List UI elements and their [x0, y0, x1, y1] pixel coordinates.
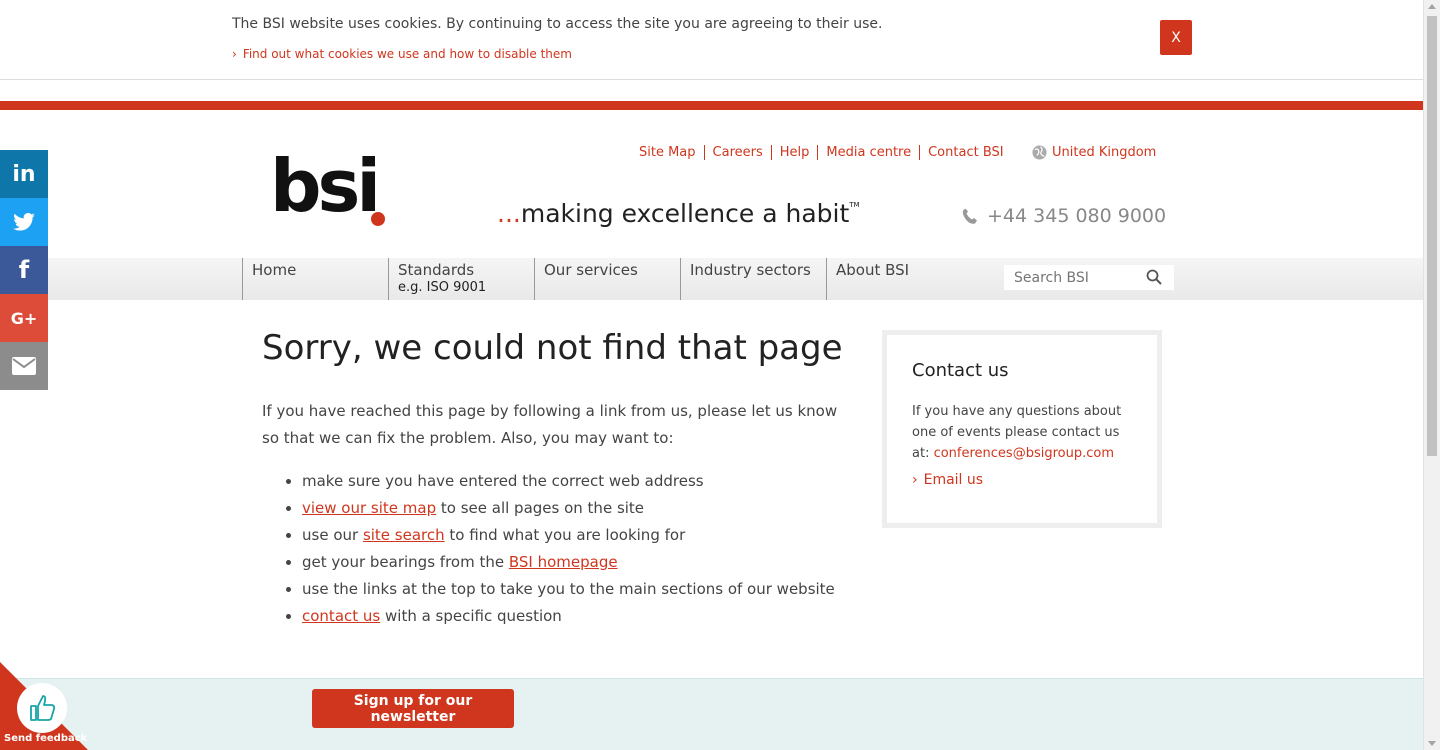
nav-about-bsi[interactable]: About BSI — [826, 258, 972, 300]
trademark-mark: TM — [849, 201, 860, 209]
tagline-dots: ... — [497, 199, 521, 228]
site-map-inline-link[interactable]: view our site map — [302, 499, 436, 517]
twitter-share-button[interactable] — [0, 198, 48, 246]
thumbs-up-icon — [30, 695, 56, 721]
nav-standards-sub: e.g. ISO 9001 — [398, 280, 487, 295]
careers-link[interactable]: Careers — [705, 145, 772, 160]
brand-stripe — [0, 101, 1423, 110]
nav-our-services[interactable]: Our services — [534, 258, 680, 300]
list-item: make sure you have entered the correct w… — [302, 468, 835, 495]
contact-us-inline-link[interactable]: contact us — [302, 607, 380, 625]
newsletter-signup-button[interactable]: Sign up for our newsletter — [312, 689, 514, 728]
list-item-text: get your bearings from the — [302, 553, 509, 571]
list-item-text: to see all pages on the site — [436, 499, 645, 517]
email-us-link[interactable]: › Email us — [912, 472, 1132, 488]
contact-card: Contact us If you have any questions abo… — [882, 330, 1162, 528]
cookie-close-button[interactable]: X — [1160, 20, 1192, 55]
scroll-down-arrow-icon[interactable] — [1428, 741, 1436, 746]
feedback-label: Send feedback — [4, 733, 88, 744]
list-item-text: use the links at the top to take you to … — [302, 580, 835, 598]
chevron-right-icon: › — [912, 472, 918, 488]
bsi-logo[interactable]: bsi — [270, 150, 381, 222]
site-map-link[interactable]: Site Map — [639, 145, 705, 160]
phone-icon — [962, 208, 977, 224]
email-us-label: Email us — [923, 472, 984, 488]
scroll-up-arrow-icon[interactable] — [1428, 4, 1436, 9]
media-centre-link[interactable]: Media centre — [818, 145, 921, 160]
nav-home-label: Home — [252, 261, 297, 279]
country-label: United Kingdom — [1052, 145, 1157, 160]
page-scrollbar[interactable] — [1423, 0, 1440, 750]
list-item: use the links at the top to take you to … — [302, 576, 835, 603]
list-item: contact us with a specific question — [302, 603, 835, 630]
country-selector[interactable]: United Kingdom — [1032, 145, 1156, 160]
utility-nav: Site Map Careers Help Media centre Conta… — [639, 145, 1012, 160]
footer-band — [0, 678, 1423, 750]
site-search — [1004, 265, 1174, 290]
list-item-text: make sure you have entered the correct w… — [302, 472, 704, 490]
list-item-text: use our — [302, 526, 363, 544]
intro-text: If you have reached this page by followi… — [262, 402, 838, 447]
facebook-icon: f — [18, 256, 30, 284]
nav-home[interactable]: Home — [242, 258, 388, 300]
contact-bsi-link[interactable]: Contact BSI — [920, 145, 1012, 160]
contact-email-link[interactable]: conferences@bsigroup.com — [934, 446, 1114, 461]
page-title: Sorry, we could not find that page — [262, 328, 843, 368]
email-share-button[interactable] — [0, 342, 48, 390]
list-item: use our site search to find what you are… — [302, 522, 835, 549]
nav-our-services-label: Our services — [544, 261, 638, 279]
list-item: get your bearings from the BSI homepage — [302, 549, 835, 576]
scrollbar-thumb[interactable] — [1427, 16, 1437, 456]
nav-industry-sectors-label: Industry sectors — [690, 261, 811, 279]
logo-dot — [371, 212, 385, 226]
googleplus-icon: G+ — [10, 308, 38, 328]
nav-industry-sectors[interactable]: Industry sectors — [680, 258, 826, 300]
search-icon[interactable] — [1146, 269, 1162, 285]
suggestion-list: make sure you have entered the correct w… — [302, 468, 835, 630]
site-search-inline-link[interactable]: site search — [363, 526, 445, 544]
tagline-text: making excellence a habit — [520, 199, 850, 228]
feedback-button[interactable] — [17, 683, 67, 733]
nav-standards[interactable]: Standards e.g. ISO 9001 — [388, 258, 534, 300]
linkedin-share-button[interactable]: in — [0, 150, 48, 198]
twitter-icon — [13, 213, 35, 231]
cookie-info-link-label: Find out what cookies we use and how to … — [242, 47, 572, 61]
cookie-banner: The BSI website uses cookies. By continu… — [0, 0, 1423, 80]
cookie-info-link[interactable]: › Find out what cookies we use and how to… — [232, 47, 572, 61]
bsi-homepage-inline-link[interactable]: BSI homepage — [509, 553, 618, 571]
chevron-right-icon: › — [232, 47, 237, 61]
contact-card-title: Contact us — [912, 360, 1009, 381]
facebook-share-button[interactable]: f — [0, 246, 48, 294]
googleplus-share-button[interactable]: G+ — [0, 294, 48, 342]
globe-icon — [1032, 145, 1047, 160]
list-item-text: to find what you are looking for — [444, 526, 686, 544]
linkedin-icon: in — [12, 161, 36, 187]
contact-card-text: If you have any questions about one of e… — [912, 401, 1132, 464]
phone-number: +44 345 080 9000 — [962, 205, 1166, 227]
help-link[interactable]: Help — [772, 145, 819, 160]
envelope-icon — [12, 357, 36, 375]
list-item-text: with a specific question — [380, 607, 562, 625]
nav-standards-label: Standards — [398, 261, 475, 279]
tagline: ...making excellence a habitTM — [497, 199, 860, 228]
search-input[interactable] — [1004, 265, 1144, 290]
list-item: view our site map to see all pages on th… — [302, 495, 835, 522]
phone-number-text: +44 345 080 9000 — [987, 205, 1167, 227]
cookie-message: The BSI website uses cookies. By continu… — [232, 16, 883, 32]
social-share-bar: in f G+ — [0, 150, 48, 390]
nav-about-bsi-label: About BSI — [836, 261, 910, 279]
